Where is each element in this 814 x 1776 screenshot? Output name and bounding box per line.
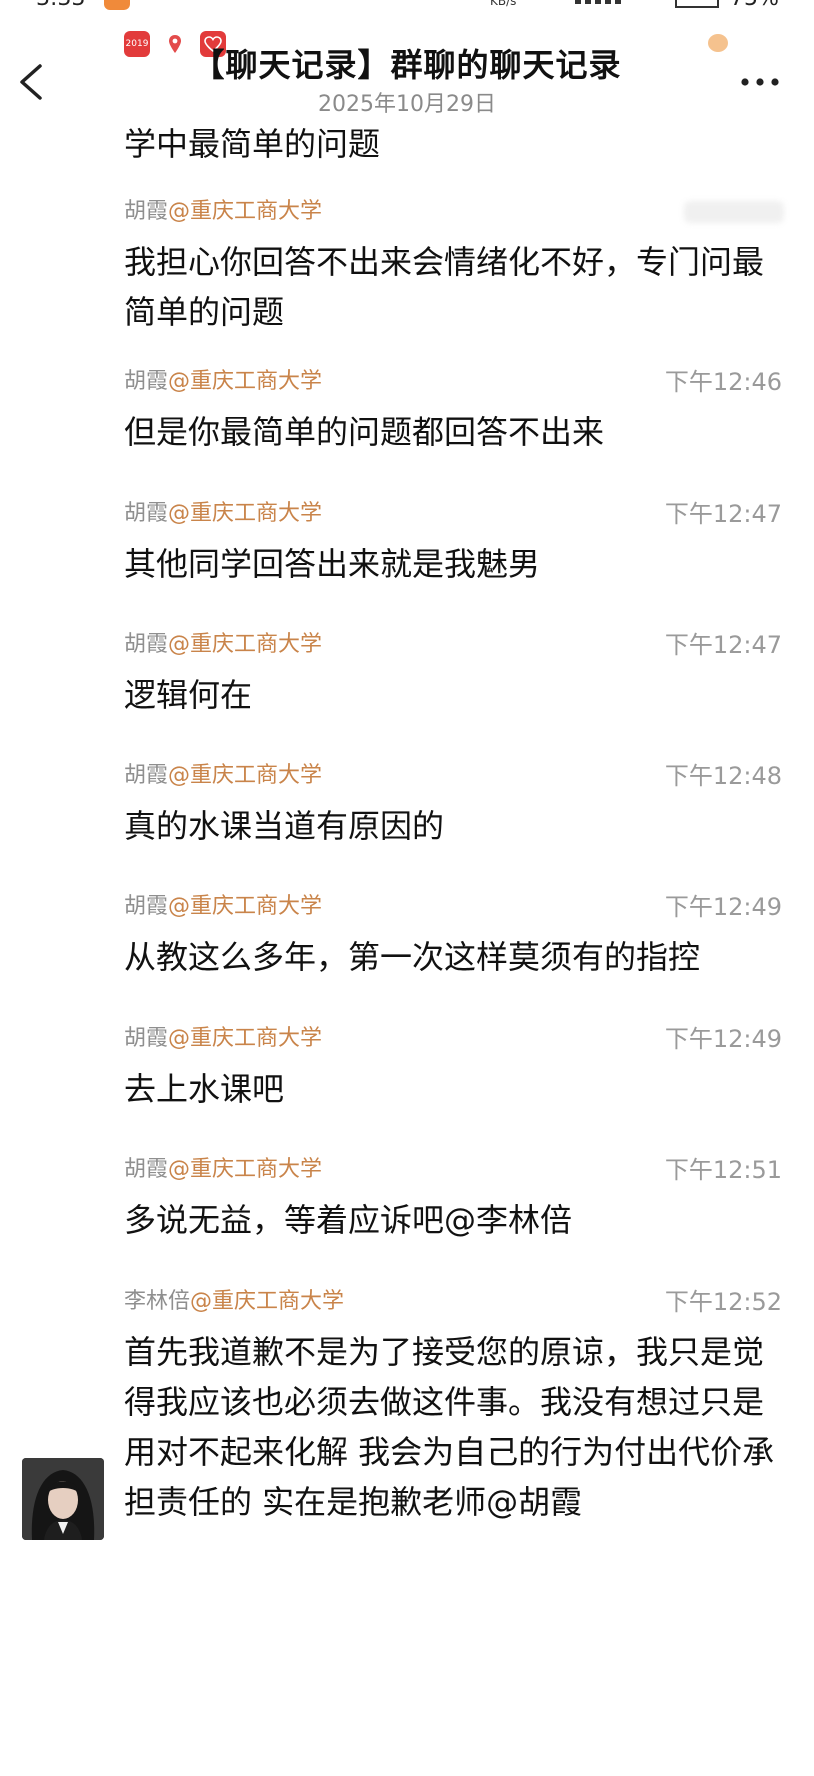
message-body: 学中最简单的问题: [124, 125, 381, 163]
sender-org: @重庆工商大学: [190, 1289, 345, 1314]
sender-name: 胡霞: [124, 894, 169, 919]
message-time: 下午12:47: [664, 631, 782, 659]
message-body: 多说无益，等着应诉吧@李林倍: [124, 1201, 573, 1239]
message-body: 逻辑何在: [124, 676, 253, 714]
message-body: 我担心你回答不出来会情绪化不好，专门问最简单的问题: [124, 243, 765, 331]
sender-name: 胡霞: [124, 199, 169, 224]
message-body: 去上水课吧: [124, 1070, 285, 1108]
message-time: 下午12:46: [664, 368, 782, 396]
notification-icon: [104, 0, 130, 10]
chat-date: 2025年10月29日: [318, 92, 496, 117]
sender-name: 胡霞: [124, 763, 169, 788]
message-time: 下午12:47: [664, 500, 782, 528]
sender-org: @重庆工商大学: [168, 1157, 323, 1182]
sender-name: 李林倍: [124, 1289, 191, 1314]
message-item: 胡霞@重庆工商大学 下午12:48 真的水课当道有原因的: [124, 761, 784, 851]
status-bar: 3:33 KB/s 75%: [0, 0, 814, 14]
signal-icon: [575, 0, 665, 4]
chat-header: 2019 【聊天记录】群聊的聊天记录 2025年10月29日: [0, 14, 814, 124]
message-time: 下午12:52: [664, 1288, 782, 1316]
message-item: 胡霞@重庆工商大学 下午12:51 多说无益，等着应诉吧@李林倍: [124, 1155, 784, 1245]
sender-org: @重庆工商大学: [168, 632, 323, 657]
message-body: 首先我道歉不是为了接受您的原谅，我只是觉得我应该也必须去做这件事。我没有想过只是…: [124, 1333, 775, 1521]
network-speed: KB/s: [490, 0, 517, 8]
message-item: 胡霞@重庆工商大学 下午12:49 从教这么多年，第一次这样莫须有的指控: [124, 892, 784, 982]
message-time: 下午12:49: [664, 893, 782, 921]
message-time: [684, 201, 784, 223]
sender-org: @重庆工商大学: [168, 1026, 323, 1051]
message-body: 从教这么多年，第一次这样莫须有的指控: [124, 938, 701, 976]
message-body: 真的水课当道有原因的: [124, 807, 445, 845]
battery-icon: [675, 0, 719, 8]
sender-name: 胡霞: [124, 1026, 169, 1051]
message-item: 李林倍@重庆工商大学 下午12:52 首先我道歉不是为了接受您的原谅，我只是觉得…: [124, 1287, 784, 1527]
sender-name: 胡霞: [124, 369, 169, 394]
sender-name: 胡霞: [124, 501, 169, 526]
message-time: 下午12:51: [664, 1156, 782, 1184]
page-title: 【聊天记录】群聊的聊天记录: [192, 46, 622, 84]
sender-name: 胡霞: [124, 1157, 169, 1182]
sender-org: @重庆工商大学: [168, 501, 323, 526]
message-time: 下午12:49: [664, 1025, 782, 1053]
message-body: 其他同学回答出来就是我魅男: [124, 545, 541, 583]
sender-org: @重庆工商大学: [168, 894, 323, 919]
more-button[interactable]: [738, 72, 782, 92]
status-time: 3:33: [36, 0, 85, 11]
message-item: 胡霞@重庆工商大学 下午12:47 逻辑何在: [124, 630, 784, 720]
avatar-image: [22, 1458, 104, 1540]
message-item: 胡霞@重庆工商大学 下午12:46 但是你最简单的问题都回答不出来: [124, 367, 784, 457]
battery-percent: 75%: [730, 0, 779, 11]
message-time: 下午12:48: [664, 762, 782, 790]
sender-org: @重庆工商大学: [168, 369, 323, 394]
sender-org: @重庆工商大学: [168, 763, 323, 788]
message-item: 胡霞@重庆工商大学 下午12:47 其他同学回答出来就是我魅男: [124, 499, 784, 589]
more-icon: [741, 78, 779, 86]
sender-name: 胡霞: [124, 632, 169, 657]
message-item: 胡霞@重庆工商大学 我担心你回答不出来会情绪化不好，专门问最简单的问题: [124, 197, 784, 337]
message-item: 胡霞@重庆工商大学 下午12:49 去上水课吧: [124, 1024, 784, 1114]
avatar[interactable]: [22, 1458, 104, 1540]
sender-org: @重庆工商大学: [168, 199, 323, 224]
message-body: 但是你最简单的问题都回答不出来: [124, 413, 605, 451]
